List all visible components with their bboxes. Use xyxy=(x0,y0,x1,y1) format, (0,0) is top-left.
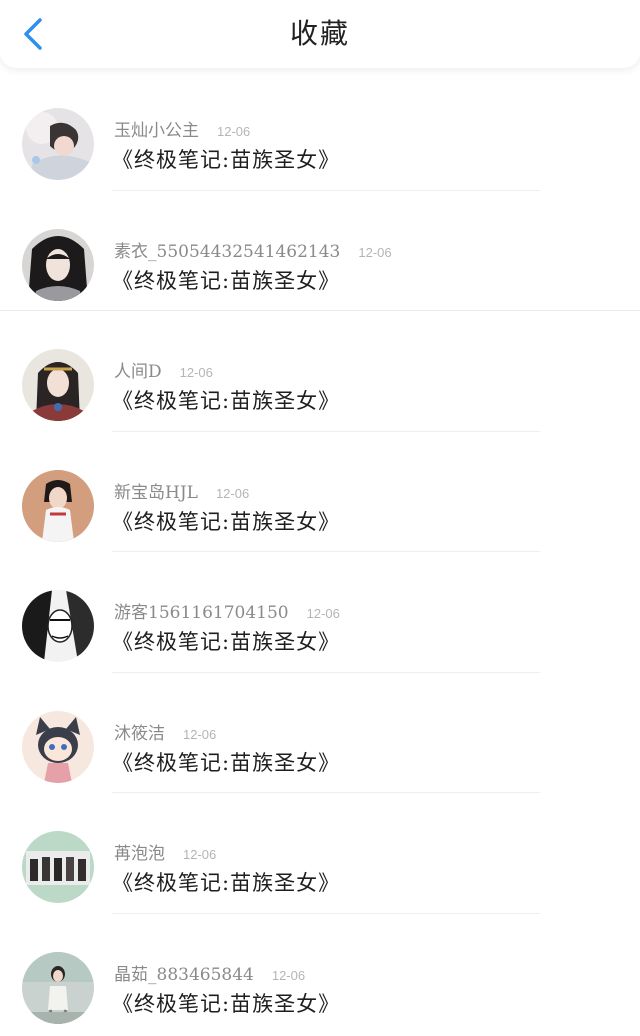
item-meta: 新宝岛HJL 12-06 xyxy=(114,482,249,504)
book-title[interactable]: 《终极笔记:苗族圣女》 xyxy=(112,869,340,897)
book-title[interactable]: 《终极笔记:苗族圣女》 xyxy=(112,749,340,777)
username[interactable]: 人间D xyxy=(114,362,162,382)
date: 12-06 xyxy=(183,847,217,862)
list-item[interactable]: 素衣_55054432541462143 12-06 《终极笔记:苗族圣女》 xyxy=(0,191,640,311)
list-item[interactable]: 游客1561161704150 12-06 《终极笔记:苗族圣女》 xyxy=(0,552,640,673)
date: 12-06 xyxy=(306,606,340,621)
item-meta: 玉灿小公主 12-06 xyxy=(114,120,250,142)
favorites-list: 玉灿小公主 12-06 《终极笔记:苗族圣女》 素衣_55054432541462… xyxy=(0,70,640,1034)
avatar[interactable] xyxy=(22,469,94,542)
avatar[interactable] xyxy=(22,951,94,1024)
app-header: 收藏 xyxy=(0,0,640,68)
list-item[interactable]: 沐筱洁 12-06 《终极笔记:苗族圣女》 xyxy=(0,673,640,793)
date: 12-06 xyxy=(271,967,306,983)
book-title[interactable]: 《终极笔记:苗族圣女》 xyxy=(112,628,340,656)
avatar[interactable] xyxy=(22,831,94,903)
item-meta: 晶茹_883465844 12-06 xyxy=(114,964,305,986)
username[interactable]: 素衣_55054432541462143 xyxy=(114,242,340,262)
username[interactable]: 沐筱洁 xyxy=(114,724,165,744)
avatar[interactable] xyxy=(22,349,94,421)
username[interactable]: 游客1561161704150 xyxy=(114,603,289,623)
date: 12-06 xyxy=(179,365,213,380)
item-meta: 苒泡泡 12-06 xyxy=(114,843,216,865)
item-meta: 游客1561161704150 12-06 xyxy=(114,602,340,624)
username[interactable]: 苒泡泡 xyxy=(114,844,165,864)
date: 12-06 xyxy=(217,124,251,139)
avatar[interactable] xyxy=(22,228,94,301)
list-item[interactable]: 新宝岛HJL 12-06 《终极笔记:苗族圣女》 xyxy=(0,432,640,552)
username[interactable]: 新宝岛HJL xyxy=(114,483,198,503)
list-item[interactable]: 苒泡泡 12-06 《终极笔记:苗族圣女》 xyxy=(0,793,640,914)
avatar[interactable] xyxy=(22,108,94,180)
page-title: 收藏 xyxy=(289,17,350,50)
item-meta: 人间D 12-06 xyxy=(114,361,213,383)
avatar[interactable] xyxy=(22,710,94,783)
avatar[interactable] xyxy=(22,590,94,662)
username[interactable]: 晶茹_883465844 xyxy=(114,965,254,985)
book-title[interactable]: 《终极笔记:苗族圣女》 xyxy=(112,146,340,174)
username[interactable]: 玉灿小公主 xyxy=(114,121,199,141)
date: 12-06 xyxy=(215,485,250,501)
date: 12-06 xyxy=(358,244,392,260)
item-meta: 沐筱洁 12-06 xyxy=(114,723,216,745)
book-title[interactable]: 《终极笔记:苗族圣女》 xyxy=(112,990,340,1018)
book-title[interactable]: 《终极笔记:苗族圣女》 xyxy=(112,387,340,415)
book-title[interactable]: 《终极笔记:苗族圣女》 xyxy=(112,508,340,536)
list-item[interactable]: 人间D 12-06 《终极笔记:苗族圣女》 xyxy=(0,311,640,432)
item-meta: 素衣_55054432541462143 12-06 xyxy=(114,241,392,263)
book-title[interactable]: 《终极笔记:苗族圣女》 xyxy=(112,267,340,295)
date: 12-06 xyxy=(183,726,217,742)
list-item[interactable]: 晶茹_883465844 12-06 《终极笔记:苗族圣女》 xyxy=(0,914,640,1035)
list-item[interactable]: 玉灿小公主 12-06 《终极笔记:苗族圣女》 xyxy=(0,70,640,191)
